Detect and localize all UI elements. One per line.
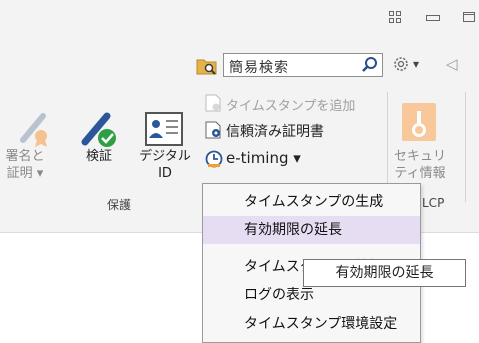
menu-item-extend-validity[interactable]: 有効期限の延長 (203, 216, 420, 244)
restore-icon[interactable] (385, 10, 405, 28)
verify-button[interactable]: 検証 (74, 148, 124, 165)
group-label-lcp: LCP (422, 196, 445, 210)
security-info-icon (402, 103, 436, 144)
trusted-certs-button[interactable]: 信頼済み証明書 (226, 121, 324, 141)
sign-certify-label-1: 署名と (5, 149, 45, 164)
search-input[interactable]: 簡易検索 (223, 53, 383, 77)
etiming-button[interactable]: e-timing ▾ (226, 149, 301, 167)
add-timestamp-icon (205, 94, 221, 115)
menu-item-generate-timestamp[interactable]: タイムスタンプの生成 (203, 188, 420, 216)
collapse-ribbon-icon[interactable]: ◁ (446, 55, 458, 73)
minimize-icon[interactable] (425, 11, 441, 28)
security-info-label-1: セキュリ (393, 149, 446, 164)
search-input-text: 簡易検索 (229, 60, 289, 76)
digital-id-label-2: ID (158, 166, 172, 181)
search-icon[interactable] (361, 56, 379, 77)
group-separator-right (465, 92, 466, 202)
etiming-icon[interactable] (205, 150, 223, 171)
verify-icon[interactable] (79, 110, 119, 153)
settings-gear-icon[interactable] (392, 55, 410, 76)
settings-dropdown-icon[interactable]: ▾ (413, 57, 419, 71)
sign-certify-button: 署名と 証明 ▾ (0, 148, 50, 182)
tooltip: 有効期限の延長 (303, 259, 466, 287)
group-label-protect: 保護 (107, 198, 132, 212)
sign-certify-icon (17, 110, 55, 151)
security-info-label-2: ティ情報 (394, 166, 446, 181)
sign-certify-label-2: 証明 ▾ (6, 166, 44, 181)
menu-item-timestamp-settings[interactable]: タイムスタンプ環境設定 (203, 310, 420, 338)
digital-id-label-1: デジタル (139, 149, 191, 164)
digital-id-button[interactable]: デジタル ID (134, 148, 196, 182)
digital-id-icon[interactable] (145, 112, 183, 149)
trusted-certs-icon[interactable] (205, 121, 223, 142)
maximize-icon[interactable] (462, 10, 476, 27)
verify-label: 検証 (85, 149, 112, 164)
security-info-button: セキュリ ティ情報 (392, 148, 448, 182)
add-timestamp-button: タイムスタンプを追加 (226, 99, 356, 114)
search-folder-icon[interactable] (196, 56, 218, 79)
